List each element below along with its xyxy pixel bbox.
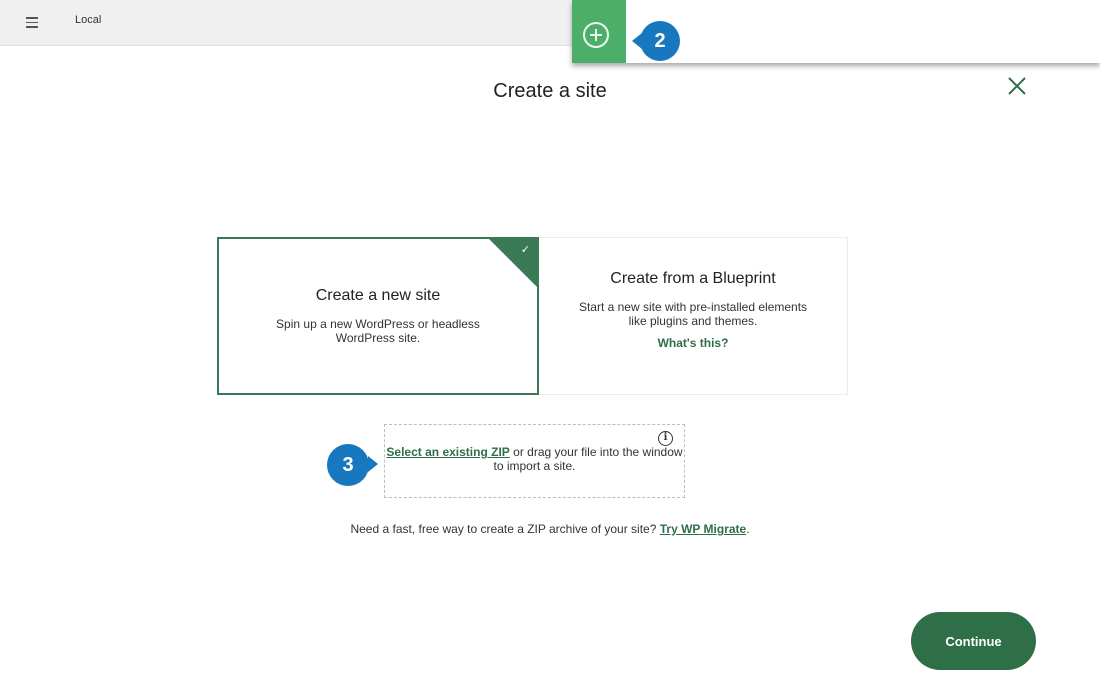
step-badge-2: 2 <box>632 21 680 61</box>
continue-button[interactable]: Continue <box>911 612 1036 670</box>
try-wp-migrate-link[interactable]: Try WP Migrate <box>660 522 746 536</box>
migrate-text: Need a fast, free way to create a ZIP ar… <box>350 522 657 536</box>
close-icon[interactable] <box>1006 75 1028 97</box>
option-create-from-blueprint[interactable]: Create from a Blueprint Start a new site… <box>539 237 848 395</box>
option-description: Start a new site with pre-installed elem… <box>578 300 808 328</box>
option-title: Create from a Blueprint <box>610 270 776 287</box>
select-zip-link[interactable]: Select an existing ZIP <box>386 445 509 459</box>
add-site-tile[interactable] <box>572 0 626 63</box>
step-badge-3: 3 <box>327 444 378 486</box>
dialog-title: Create a site <box>493 80 607 102</box>
import-zip-dropzone[interactable]: Select an existing ZIP or drag your file… <box>384 424 685 498</box>
option-title: Create a new site <box>315 287 441 304</box>
info-icon[interactable]: i <box>658 431 673 446</box>
app-title: Local <box>75 14 102 26</box>
whats-this-link[interactable]: What's this? <box>539 336 847 350</box>
migrate-hint: Need a fast, free way to create a ZIP ar… <box>350 522 750 536</box>
import-instructions: or drag your file into the window to imp… <box>493 445 683 473</box>
check-icon: ✓ <box>520 244 530 256</box>
hamburger-icon[interactable] <box>26 17 38 28</box>
option-description: Spin up a new WordPress or headless Word… <box>276 317 480 345</box>
plus-icon[interactable] <box>583 22 609 48</box>
option-create-new-site[interactable]: ✓ Create a new site Spin up a new WordPr… <box>217 237 539 395</box>
